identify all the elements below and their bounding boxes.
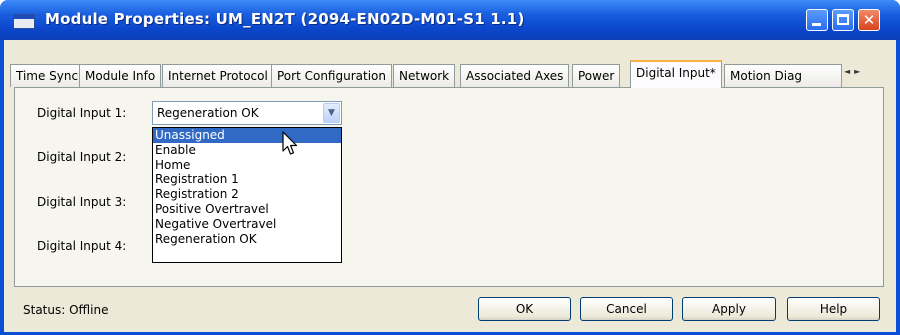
- option-positive-overtravel[interactable]: Positive Overtravel: [153, 202, 341, 217]
- option-home[interactable]: Home: [153, 158, 341, 173]
- tab-port-configuration[interactable]: Port Configuration: [271, 64, 392, 87]
- apply-button[interactable]: Apply: [682, 297, 776, 321]
- scroll-right-icon[interactable]: ►: [854, 67, 864, 76]
- tab-associated-axes[interactable]: Associated Axes: [460, 64, 570, 87]
- dialog-client-area: Time Sync Module Info Internet Protocol …: [4, 40, 896, 332]
- option-registration-1[interactable]: Registration 1: [153, 172, 341, 187]
- tab-network[interactable]: Network: [393, 64, 456, 87]
- status-text: Status: Offline: [23, 303, 109, 317]
- maximize-button[interactable]: [832, 9, 854, 31]
- digital-input-options-list: Unassigned Enable Home Registration 1 Re…: [152, 127, 342, 263]
- digital-input-1-select[interactable]: Regeneration OK ▼: [152, 101, 342, 125]
- dialog-window: Module Properties: UM_EN2T (2094-EN02D-M…: [0, 0, 900, 335]
- select-value: Regeneration OK: [157, 106, 259, 120]
- close-icon: ✕: [862, 11, 876, 29]
- close-button[interactable]: ✕: [858, 9, 880, 31]
- cancel-button[interactable]: Cancel: [580, 297, 673, 321]
- scroll-left-icon[interactable]: ◄: [844, 67, 854, 76]
- help-button[interactable]: Help: [787, 297, 880, 321]
- title-bar[interactable]: Module Properties: UM_EN2T (2094-EN02D-M…: [0, 0, 900, 40]
- app-window-icon: [13, 14, 35, 29]
- digital-input-1-label: Digital Input 1:: [37, 106, 127, 120]
- tab-internet-protocol[interactable]: Internet Protocol: [162, 64, 274, 87]
- option-unassigned[interactable]: Unassigned: [153, 128, 341, 143]
- tab-motion-diag[interactable]: Motion Diag: [724, 64, 842, 87]
- minimize-button[interactable]: [806, 9, 828, 31]
- maximize-icon: [837, 14, 849, 25]
- digital-input-panel: [14, 87, 884, 287]
- ok-button[interactable]: OK: [478, 297, 571, 321]
- tab-power[interactable]: Power: [572, 64, 621, 87]
- option-enable[interactable]: Enable: [153, 143, 341, 158]
- digital-input-3-label: Digital Input 3:: [37, 195, 127, 209]
- digital-input-4-label: Digital Input 4:: [37, 239, 127, 253]
- chevron-down-icon[interactable]: ▼: [323, 103, 340, 123]
- window-title: Module Properties: UM_EN2T (2094-EN02D-M…: [45, 10, 525, 28]
- option-regeneration-ok[interactable]: Regeneration OK: [153, 232, 341, 247]
- digital-input-2-label: Digital Input 2:: [37, 150, 127, 164]
- tab-digital-input[interactable]: Digital Input*: [630, 60, 722, 88]
- minimize-icon: [812, 23, 821, 26]
- mouse-pointer-icon: [282, 131, 298, 155]
- option-registration-2[interactable]: Registration 2: [153, 187, 341, 202]
- option-negative-overtravel[interactable]: Negative Overtravel: [153, 217, 341, 232]
- tab-scroll-arrows[interactable]: ◄►: [844, 64, 866, 80]
- tab-module-info[interactable]: Module Info: [79, 64, 162, 87]
- tab-time-sync[interactable]: Time Sync: [10, 64, 85, 87]
